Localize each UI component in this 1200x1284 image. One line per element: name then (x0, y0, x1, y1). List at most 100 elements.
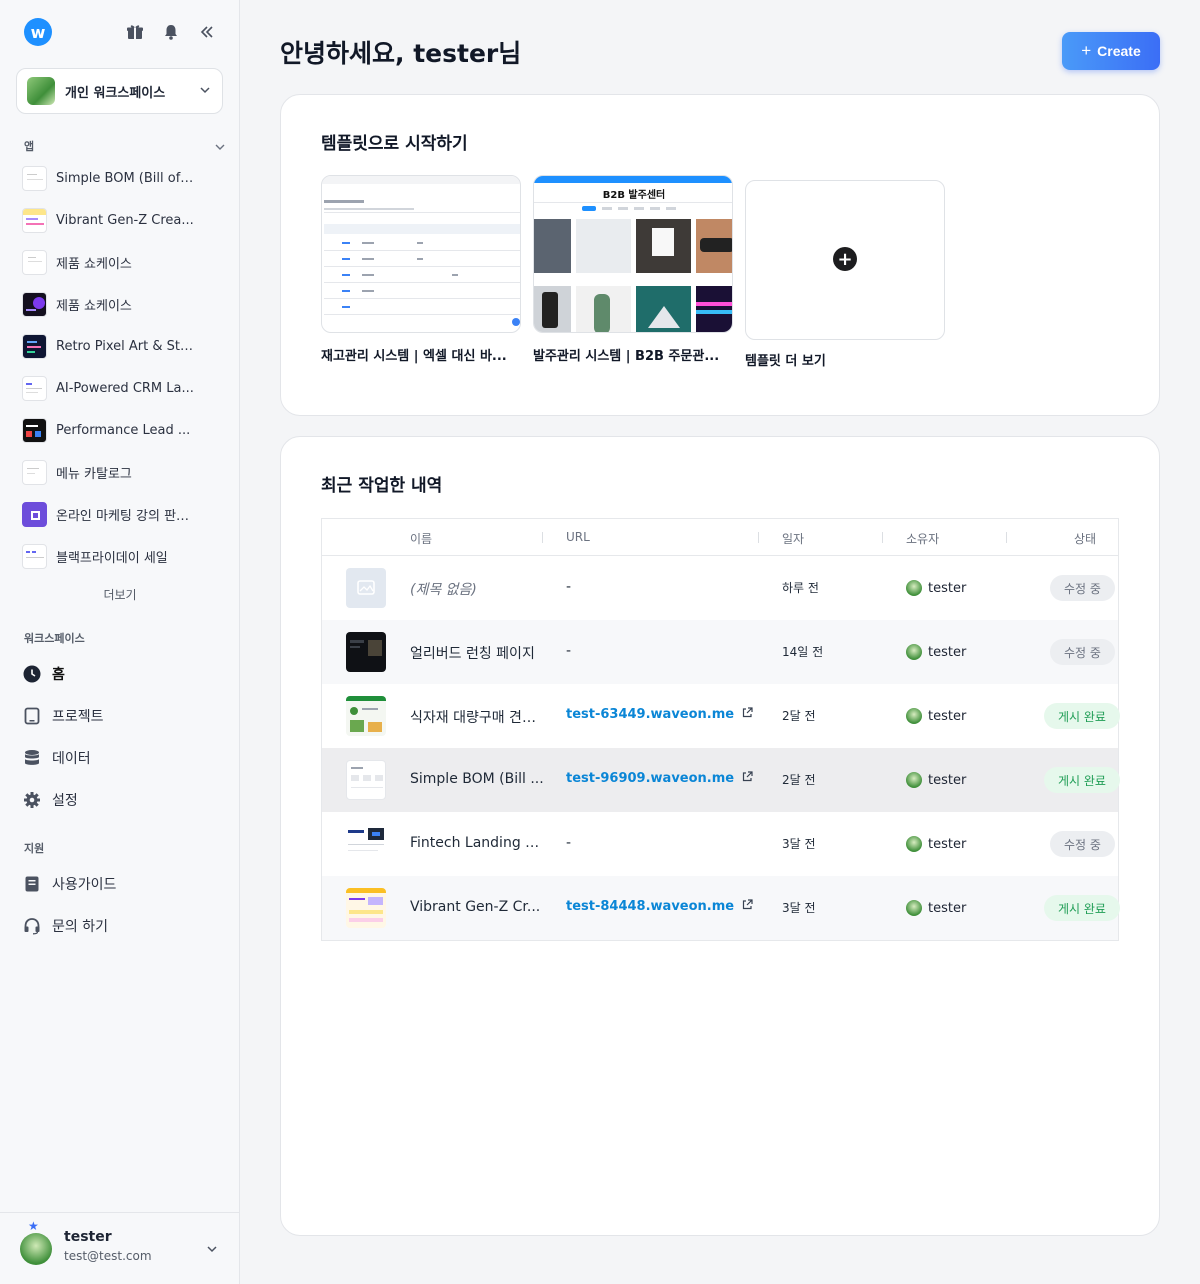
table-row[interactable]: Fintech Landing P... - 3달 전 tester 수정 중 (322, 812, 1118, 876)
owner-avatar (906, 644, 922, 660)
row-url-link[interactable]: test-96909.waveon.me (566, 771, 753, 786)
owner-avatar (906, 772, 922, 788)
nav-item-projects[interactable]: 프로젝트 (22, 704, 104, 728)
apps-section-label: 앱 (24, 140, 35, 153)
workspace-selector[interactable]: 개인 워크스페이스 (16, 68, 223, 114)
row-url-link[interactable]: test-84448.waveon.me (566, 899, 753, 914)
owner-name: tester (928, 708, 967, 724)
app-label: 메뉴 카탈로그 (56, 466, 132, 482)
app-label: Performance Lead ... (56, 422, 191, 438)
table-row[interactable]: 얼리버드 런칭 페이지 - 14일 전 tester 수정 중 (322, 620, 1118, 684)
app-thumbnail (22, 417, 47, 443)
app-thumbnail (22, 291, 47, 317)
gift-icon[interactable] (123, 20, 147, 44)
more-templates-card[interactable]: + (745, 180, 945, 340)
more-apps-link[interactable]: 더보기 (0, 586, 240, 603)
row-name: 얼리버드 런칭 페이지 (410, 646, 535, 662)
sidebar: w 개인 워크스페이스 앱 Simple BOM (Bill of ... Vi… (0, 0, 240, 1284)
column-divider (1006, 532, 1007, 543)
workspace-name: 개인 워크스페이스 (65, 85, 166, 101)
row-url-link[interactable]: test-63449.waveon.me (566, 707, 753, 722)
nav-item-data[interactable]: 데이터 (22, 746, 91, 770)
sidebar-app-item[interactable]: Performance Lead ... (22, 416, 222, 444)
owner-avatar (906, 708, 922, 724)
headset-icon (22, 916, 42, 936)
row-owner: tester (906, 708, 966, 724)
app-thumbnail (22, 165, 47, 191)
status-badge: 수정 중 (1050, 639, 1115, 665)
app-thumbnail (22, 543, 47, 569)
row-url: - (566, 579, 572, 595)
template-label: 발주관리 시스템 | B2B 주문관... (533, 349, 720, 364)
table-row[interactable]: (제목 없음) - 하루 전 tester 수정 중 (322, 556, 1118, 620)
more-templates-label[interactable]: 템플릿 더 보기 (745, 350, 935, 369)
sidebar-app-item[interactable]: AI-Powered CRM La... (22, 374, 222, 402)
tablet-icon (22, 706, 42, 726)
column-divider (758, 532, 759, 543)
owner-name: tester (928, 900, 967, 916)
status-badge: 게시 완료 (1044, 703, 1120, 729)
sidebar-app-item[interactable]: 제품 쇼케이스 (22, 248, 222, 276)
app-label: 제품 쇼케이스 (56, 256, 132, 272)
support-section-label: 지원 (24, 842, 45, 855)
waveon-logo[interactable]: w (24, 18, 52, 46)
row-owner: tester (906, 836, 966, 852)
page-title: 안녕하세요, tester님 (280, 39, 522, 68)
user-menu[interactable]: ★ tester test@test.com (0, 1212, 239, 1284)
sidebar-app-item[interactable]: Vibrant Gen-Z Crea... (22, 206, 222, 234)
app-thumbnail (22, 249, 47, 275)
owner-avatar (906, 580, 922, 596)
template-card-inventory[interactable] (321, 175, 521, 333)
apps-collapse-icon[interactable] (213, 139, 227, 158)
app-label: Simple BOM (Bill of ... (56, 170, 196, 186)
chevron-down-icon (198, 82, 212, 101)
app-thumbnail (22, 333, 47, 359)
owner-name: tester (928, 580, 967, 596)
status-badge: 수정 중 (1050, 575, 1115, 601)
row-thumbnail (346, 632, 386, 672)
nav-item-contact[interactable]: 문의 하기 (22, 914, 108, 938)
bell-icon[interactable] (159, 20, 183, 44)
nav-label: 홈 (52, 667, 65, 683)
sidebar-app-item[interactable]: 온라인 마케팅 강의 판매... (22, 500, 222, 528)
templates-title: 템플릿으로 시작하기 (321, 134, 468, 154)
nav-item-user-guide[interactable]: 사용가이드 (22, 872, 116, 896)
row-url: - (566, 643, 572, 659)
app-thumbnail (22, 207, 47, 233)
app-label: 블랙프라이데이 세일 (56, 550, 168, 566)
row-name: (제목 없음) (410, 582, 477, 598)
avatar (20, 1233, 52, 1265)
table-row[interactable]: Simple BOM (Bill ... test-96909.waveon.m… (322, 748, 1120, 812)
row-owner: tester (906, 900, 966, 916)
row-thumbnail (346, 568, 386, 608)
row-date: 3달 전 (782, 901, 816, 915)
row-thumbnail (346, 696, 386, 736)
table-row[interactable]: 식자재 대량구매 견적... test-63449.waveon.me 2달 전… (322, 684, 1120, 748)
chevron-down-icon (205, 1241, 219, 1260)
sidebar-app-item[interactable]: 블랙프라이데이 세일 (22, 542, 222, 570)
sidebar-app-item[interactable]: Simple BOM (Bill of ... (22, 164, 222, 192)
external-link-icon (742, 707, 753, 722)
sidebar-app-item[interactable]: 메뉴 카탈로그 (22, 458, 222, 486)
app-thumbnail (22, 459, 47, 485)
row-thumbnail (346, 888, 386, 928)
row-name: Vibrant Gen-Z Cr... (410, 899, 541, 915)
row-owner: tester (906, 772, 966, 788)
template-card-ordering[interactable]: B2B 발주센터 (533, 175, 733, 333)
template-label: 재고관리 시스템 | 엑셀 대신 바... (321, 349, 507, 364)
nav-item-home[interactable]: 홈 (22, 662, 65, 686)
row-name: 식자재 대량구매 견적... (410, 710, 544, 726)
app-label: 온라인 마케팅 강의 판매... (56, 508, 196, 524)
nav-item-settings[interactable]: 설정 (22, 788, 78, 812)
create-button[interactable]: + Create (1062, 32, 1160, 70)
row-thumbnail (346, 760, 386, 800)
nav-label: 문의 하기 (52, 919, 108, 935)
sidebar-app-item[interactable]: Retro Pixel Art & Str... (22, 332, 222, 360)
owner-name: tester (928, 836, 967, 852)
table-row[interactable]: Vibrant Gen-Z Cr... test-84448.waveon.me… (322, 876, 1120, 940)
sidebar-app-item[interactable]: 제품 쇼케이스 (22, 290, 222, 318)
plus-icon: + (1081, 41, 1092, 60)
user-name: tester (64, 1229, 112, 1245)
collapse-sidebar-icon[interactable] (195, 20, 219, 44)
owner-name: tester (928, 772, 967, 788)
